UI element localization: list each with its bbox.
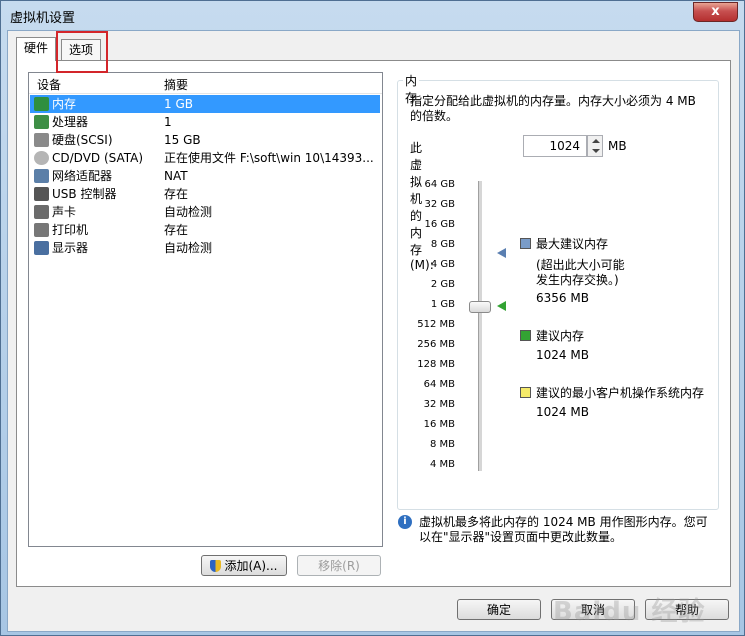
device-list-header: 设备 摘要 xyxy=(29,73,382,94)
spin-down-icon[interactable] xyxy=(592,149,600,153)
memory-unit-label: MB xyxy=(608,139,627,153)
max-legend-note-2: 发生内存交换。) xyxy=(536,273,619,287)
device-row[interactable]: CD/DVD (SATA) 正在使用文件 F:\soft\win 10\14393… xyxy=(30,149,380,167)
min-legend-swatch xyxy=(520,387,531,398)
memory-tick-label: 4 MB xyxy=(429,459,455,470)
memory-slider-track[interactable] xyxy=(478,181,483,471)
remove-device-button[interactable]: 移除(R) xyxy=(297,555,381,576)
rec-legend-title: 建议内存 xyxy=(536,329,585,343)
info-icon: i xyxy=(398,515,412,529)
min-legend-title: 建议的最小客户机操作系统内存 xyxy=(536,386,705,400)
max-recommended-marker-icon xyxy=(497,248,506,258)
device-summary: 存在 xyxy=(164,223,189,237)
add-device-button[interactable]: 添加(A)... xyxy=(201,555,287,576)
column-device[interactable]: 设备 xyxy=(37,76,61,93)
vm-settings-window: 虚拟机设置 x 硬件 选项 设备 摘要 内存 1 GB 处理器 1 硬盘(SCSI) 15… xyxy=(0,0,745,636)
device-name: USB 控制器 xyxy=(52,187,117,201)
memory-tick-label: 32 GB xyxy=(424,199,455,210)
device-name: 显示器 xyxy=(52,241,89,255)
memory-tick-label: 512 MB xyxy=(417,319,455,330)
device-summary: 正在使用文件 F:\soft\win 10\14393... xyxy=(164,151,374,165)
rec-legend-value: 1024 MB xyxy=(536,348,589,362)
device-row[interactable]: 处理器 1 xyxy=(30,113,380,131)
tab-hardware[interactable]: 硬件 xyxy=(16,37,57,61)
device-row[interactable]: USB 控制器 存在 xyxy=(30,185,380,203)
add-device-label: 添加(A)... xyxy=(224,559,278,573)
harddisk-icon xyxy=(34,133,49,147)
max-legend-value: 6356 MB xyxy=(536,291,589,305)
device-row[interactable]: 内存 1 GB xyxy=(30,95,380,113)
recommended-marker-icon xyxy=(497,301,506,311)
device-summary: 1 GB xyxy=(164,97,193,111)
device-summary: 自动检测 xyxy=(164,205,213,219)
memory-size-input[interactable]: 1024 xyxy=(523,135,587,157)
memory-tick-label: 8 MB xyxy=(429,439,455,450)
rec-legend-swatch xyxy=(520,330,531,341)
device-name: 网络适配器 xyxy=(52,169,113,183)
device-summary: 存在 xyxy=(164,187,189,201)
device-name: 打印机 xyxy=(52,223,89,237)
usb-icon xyxy=(34,187,49,201)
close-button[interactable]: x xyxy=(693,2,738,22)
memory-tick-label: 16 GB xyxy=(424,219,455,230)
cancel-button[interactable]: 取消 xyxy=(551,599,635,620)
device-list[interactable]: 设备 摘要 内存 1 GB 处理器 1 硬盘(SCSI) 15 GB CD/DVD (SAT… xyxy=(28,72,383,547)
column-summary[interactable]: 摘要 xyxy=(164,76,188,93)
device-row[interactable]: 显示器 自动检测 xyxy=(30,239,380,257)
memory-tick-label: 2 GB xyxy=(430,279,455,290)
ok-button[interactable]: 确定 xyxy=(457,599,541,620)
help-button[interactable]: 帮助 xyxy=(645,599,729,620)
display-icon xyxy=(34,241,49,255)
graphics-memory-info: 虚拟机最多将此内存的 1024 MB 用作图形内存。您可以在"显示器"设置页面中… xyxy=(419,515,708,544)
memory-tick-label: 8 GB xyxy=(430,239,455,250)
device-name: 硬盘(SCSI) xyxy=(52,133,113,147)
dialog-client: 硬件 选项 设备 摘要 内存 1 GB 处理器 1 硬盘(SCSI) 15 GB CD/DV… xyxy=(7,30,740,632)
printer-icon xyxy=(34,223,49,237)
options-tab-highlight xyxy=(56,31,108,73)
device-row[interactable]: 网络适配器 NAT xyxy=(30,167,380,185)
memory-tick-label: 64 MB xyxy=(423,379,455,390)
max-legend-swatch xyxy=(520,238,531,249)
memory-slider-thumb[interactable] xyxy=(469,301,491,313)
device-summary: 自动检测 xyxy=(164,241,213,255)
memory-tick-label: 4 GB xyxy=(430,259,455,270)
memory-tick-label: 16 MB xyxy=(423,419,455,430)
device-summary: 15 GB xyxy=(164,133,201,147)
device-name: 内存 xyxy=(52,97,77,111)
sound-icon xyxy=(34,205,49,219)
network-icon xyxy=(34,169,49,183)
cpu-icon xyxy=(34,115,49,129)
memory-tick-label: 32 MB xyxy=(423,399,455,410)
max-legend-title: 最大建议内存 xyxy=(536,237,609,251)
device-name: 声卡 xyxy=(52,205,77,219)
device-row[interactable]: 声卡 自动检测 xyxy=(30,203,380,221)
device-name: 处理器 xyxy=(52,115,89,129)
device-name: CD/DVD (SATA) xyxy=(52,151,144,165)
spin-up-icon[interactable] xyxy=(592,139,600,143)
device-summary: 1 xyxy=(164,115,172,129)
memory-icon xyxy=(34,97,49,111)
cd-icon xyxy=(34,151,49,165)
memory-tick-label: 64 GB xyxy=(424,179,455,190)
memory-tick-label: 1 GB xyxy=(430,299,455,310)
min-legend-value: 1024 MB xyxy=(536,405,589,419)
device-summary: NAT xyxy=(164,169,188,183)
device-row[interactable]: 打印机 存在 xyxy=(30,221,380,239)
memory-tick-label: 256 MB xyxy=(417,339,455,350)
shield-icon xyxy=(210,560,222,572)
window-title: 虚拟机设置 xyxy=(10,11,76,26)
memory-tick-label: 128 MB xyxy=(417,359,455,370)
memory-scale-ticks: 64 GB 32 GB 16 GB 8 GB 4 GB 2 GB 1 GB 512 MB 256… xyxy=(403,179,455,479)
memory-description: 指定分配给此虚拟机的内存量。内存大小必须为 4 MB 的倍数。 xyxy=(410,94,696,123)
memory-spinner[interactable] xyxy=(587,135,603,157)
title-bar[interactable]: 虚拟机设置 x xyxy=(1,1,744,29)
device-row[interactable]: 硬盘(SCSI) 15 GB xyxy=(30,131,380,149)
